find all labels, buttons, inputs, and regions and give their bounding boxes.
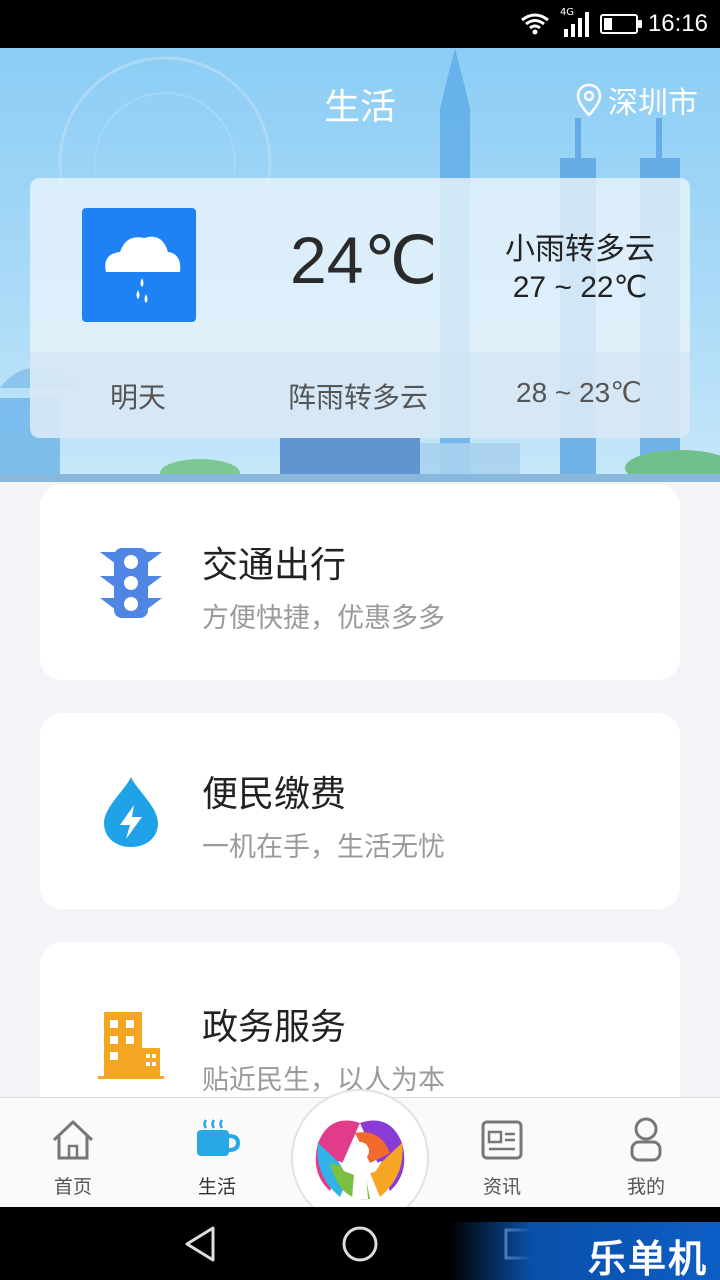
location-pin-icon <box>576 83 602 117</box>
service-title: 便民缴费 <box>202 774 347 815</box>
tab-label: 首页 <box>53 1176 92 1198</box>
current-temperature: 24℃ <box>290 223 438 297</box>
city-name: 深圳市 <box>608 86 698 121</box>
traffic-light-icon <box>100 548 162 618</box>
building-icon <box>98 1012 164 1079</box>
news-icon <box>481 1120 523 1160</box>
battery-icon <box>599 14 642 34</box>
tomorrow-forecast: 明天 阵雨转多云 28 ~ 23℃ <box>30 352 690 438</box>
tomorrow-label: 明天 <box>110 381 167 414</box>
tab-home[interactable]: 首页 <box>23 1098 123 1208</box>
back-icon[interactable] <box>183 1225 217 1263</box>
coffee-cup-icon <box>197 1119 240 1156</box>
signal-icon: 4G <box>560 7 590 37</box>
home-icon <box>52 1120 94 1160</box>
wifi-icon <box>521 13 549 35</box>
tomorrow-condition: 阵雨转多云 <box>288 381 429 414</box>
tab-news[interactable]: 资讯 <box>452 1098 552 1208</box>
city-selector[interactable]: 深圳市 <box>576 78 698 122</box>
service-subtitle: 一机在手，生活无忧 <box>202 832 445 863</box>
today-condition: 小雨转多云 <box>505 232 655 267</box>
service-title: 政务服务 <box>202 1007 347 1048</box>
rain-cloud-icon <box>82 208 196 322</box>
clock: 16:16 <box>647 10 708 37</box>
home-circle-icon[interactable] <box>341 1225 379 1263</box>
watermark-text: 乐单机 <box>587 1237 708 1280</box>
tab-label: 生活 <box>197 1176 236 1198</box>
service-title: 交通出行 <box>202 545 347 586</box>
weather-card[interactable]: 24℃ 小雨转多云 27 ~ 22℃ 明天 阵雨转多云 28 ~ 23℃ <box>30 178 690 438</box>
today-temperature-range: 27 ~ 22℃ <box>512 271 648 304</box>
tab-life[interactable]: 生活 <box>167 1098 267 1208</box>
service-card-traffic[interactable]: 交通出行 方便快捷，优惠多多 <box>40 484 680 680</box>
tab-label: 我的 <box>626 1176 665 1198</box>
water-drop-bolt-icon <box>104 777 158 847</box>
service-card-bill-payment[interactable]: 便民缴费 一机在手，生活无忧 <box>40 713 680 909</box>
user-icon <box>630 1117 662 1162</box>
app-logo-icon <box>315 1120 405 1200</box>
service-subtitle: 贴近民生，以人为本 <box>202 1065 445 1096</box>
status-bar: 4G 16:16 <box>0 0 720 48</box>
tab-label: 资讯 <box>482 1176 521 1198</box>
tomorrow-temperature-range: 28 ~ 23℃ <box>516 377 642 408</box>
service-subtitle: 方便快捷，优惠多多 <box>202 603 445 634</box>
tab-mine[interactable]: 我的 <box>596 1098 696 1208</box>
watermark-logo: 乐单机 <box>450 1222 720 1280</box>
